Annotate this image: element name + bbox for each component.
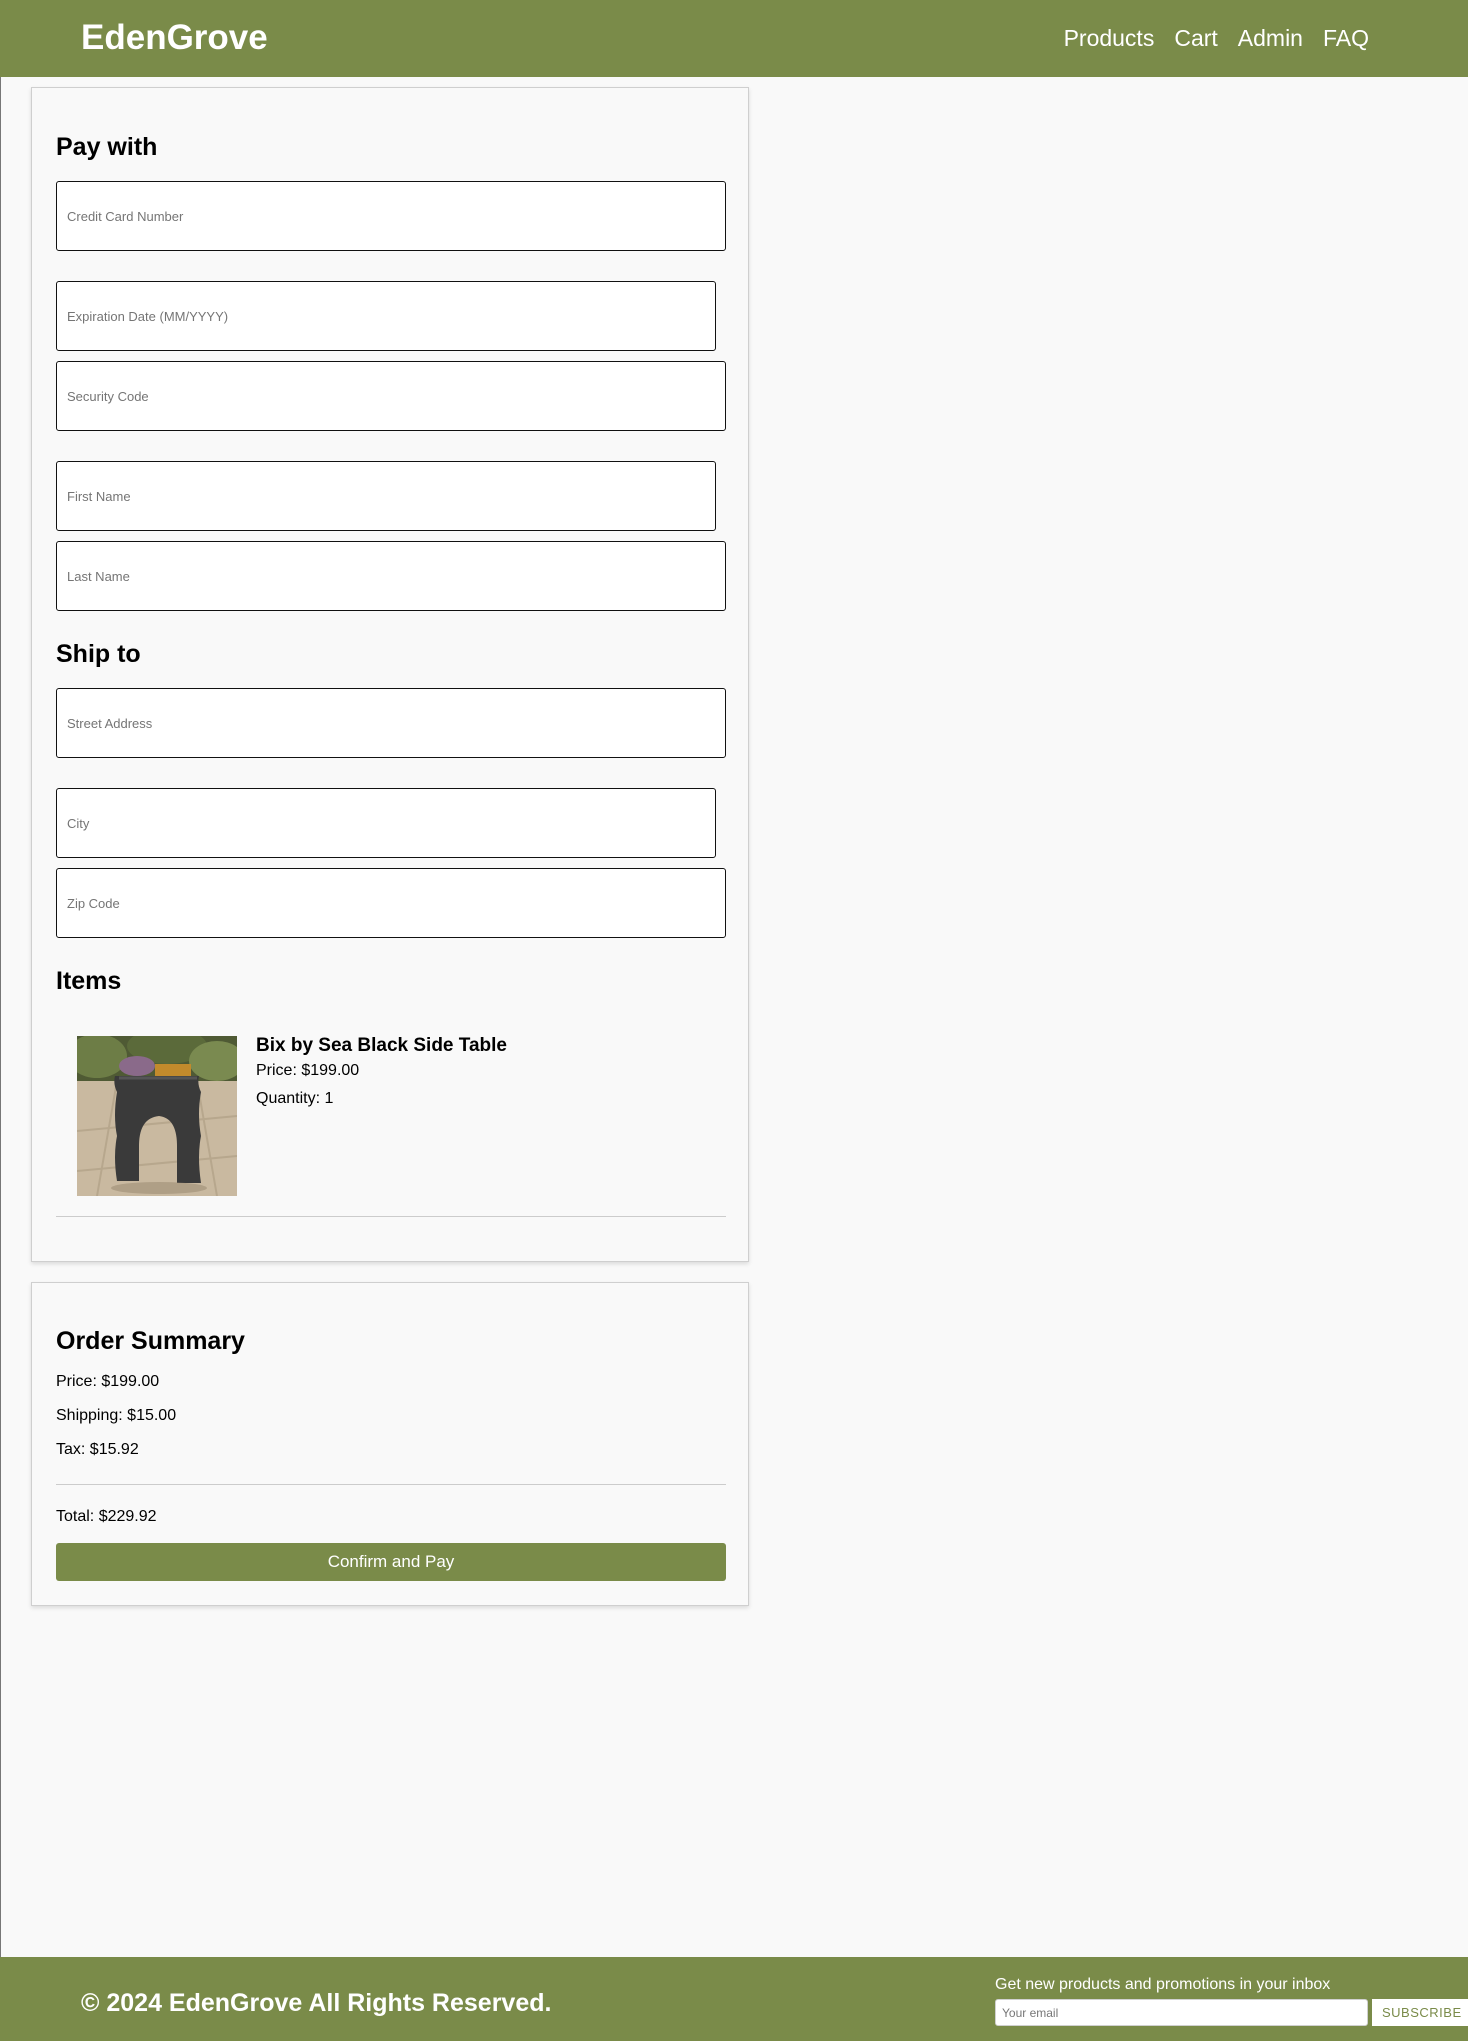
summary-price: Price: $199.00 [56, 1373, 160, 1390]
items-divider [56, 1216, 726, 1217]
street-address-input[interactable] [56, 688, 726, 758]
city-input[interactable] [56, 788, 716, 858]
page-left-border [0, 0, 1, 2041]
confirm-and-pay-button[interactable]: Confirm and Pay [56, 1543, 726, 1581]
site-footer: © 2024 EdenGrove All Rights Reserved. Ge… [0, 1957, 1468, 2041]
summary-total: Total: $229.92 [56, 1508, 157, 1525]
item-name: Bix by Sea Black Side Table [256, 1035, 507, 1056]
site-logo[interactable]: EdenGrove [81, 16, 268, 60]
summary-tax: Tax: $15.92 [56, 1441, 139, 1458]
pay-with-heading: Pay with [56, 133, 158, 161]
zip-code-input[interactable] [56, 868, 726, 938]
main-nav: Products Cart Admin FAQ [1064, 22, 1369, 54]
items-heading: Items [56, 967, 122, 995]
order-summary-card: Order Summary Price: $199.00 Shipping: $… [31, 1282, 749, 1606]
nav-link-faq[interactable]: FAQ [1323, 22, 1369, 54]
order-summary-heading: Order Summary [56, 1327, 245, 1355]
security-code-input[interactable] [56, 361, 726, 431]
newsletter-text: Get new products and promotions in your … [995, 1976, 1331, 1993]
subscribe-button[interactable]: SUBSCRIBE [1372, 1999, 1468, 2026]
site-header: EdenGrove Products Cart Admin FAQ [0, 0, 1468, 77]
product-image [77, 1036, 237, 1196]
footer-copyright: © 2024 EdenGrove All Rights Reserved. [81, 1989, 552, 2017]
item-quantity: Quantity: 1 [256, 1090, 334, 1107]
last-name-input[interactable] [56, 541, 726, 611]
checkout-form-card: Pay with Ship to Items Bix by Sea Black … [31, 87, 749, 1262]
ship-to-heading: Ship to [56, 640, 141, 668]
expiration-date-input[interactable] [56, 281, 716, 351]
nav-link-products[interactable]: Products [1064, 22, 1155, 54]
credit-card-number-input[interactable] [56, 181, 726, 251]
summary-divider [56, 1484, 726, 1485]
nav-link-cart[interactable]: Cart [1174, 22, 1217, 54]
item-price: Price: $199.00 [256, 1062, 360, 1079]
side-table-photo-icon [77, 1036, 237, 1196]
newsletter-email-input[interactable] [995, 1999, 1368, 2026]
first-name-input[interactable] [56, 461, 716, 531]
nav-link-admin[interactable]: Admin [1238, 22, 1303, 54]
summary-shipping: Shipping: $15.00 [56, 1407, 177, 1424]
